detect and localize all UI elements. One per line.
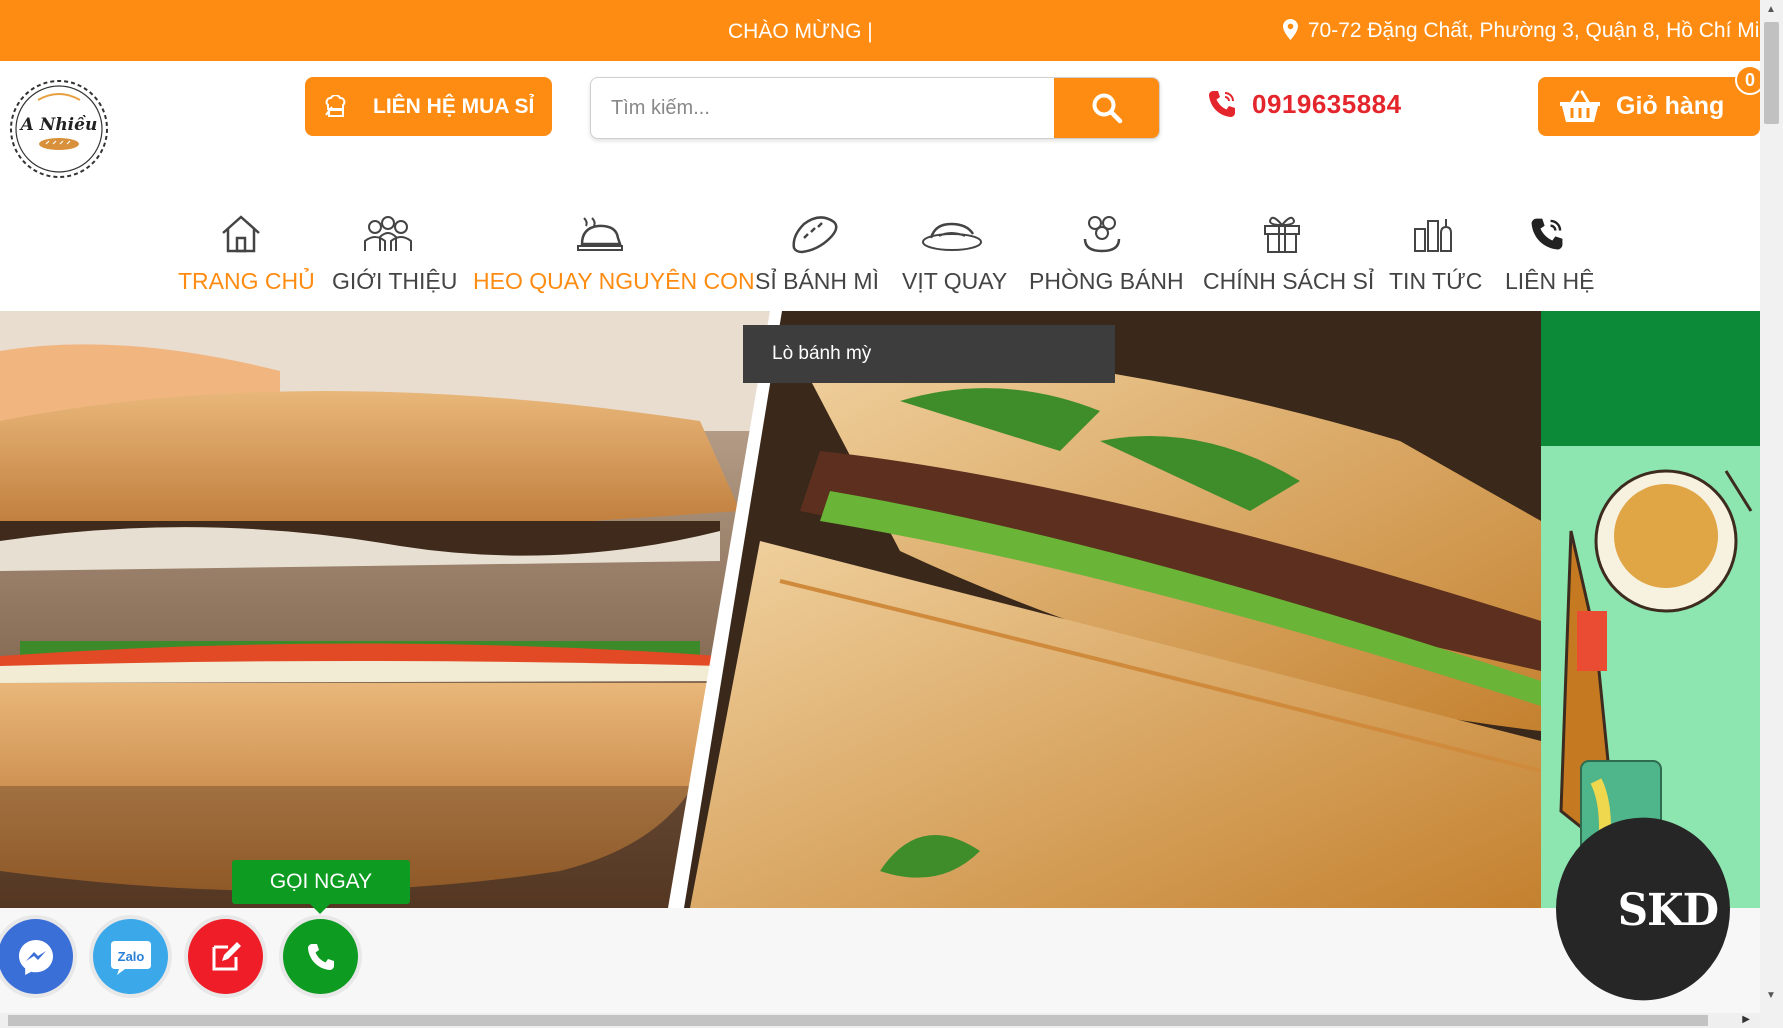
location-pin-icon <box>1283 19 1298 40</box>
svg-text:A Nhiều: A Nhiều <box>19 115 98 135</box>
zalo-icon: Zalo <box>110 940 151 975</box>
horizontal-scrollbar[interactable]: ▶ <box>0 1013 1760 1028</box>
messenger-button[interactable] <box>0 919 73 994</box>
search-icon <box>1092 93 1122 124</box>
store-address[interactable]: 70-72 Đặng Chất, Phường 3, Quận 8, Hồ Ch… <box>1283 19 1783 43</box>
phone-contact-icon <box>1531 218 1563 250</box>
search-button[interactable] <box>1054 78 1159 138</box>
wholesale-contact-button[interactable]: LIÊN HỆ MUA SỈ <box>305 77 552 136</box>
nav-item-contact[interactable]: LIÊN HỆ <box>1505 206 1595 295</box>
nav-item-roast-pig[interactable]: HEO QUAY NGUYÊN CON <box>473 206 755 295</box>
nav-label: HEO QUAY NGUYÊN CON <box>473 268 755 294</box>
call-now-tooltip: GỌI NGAY <box>232 860 410 914</box>
nav-item-cake-room[interactable]: PHÒNG BÁNH <box>1029 206 1184 295</box>
messenger-icon <box>18 939 53 975</box>
nav-label: VỊT QUAY <box>902 268 1008 294</box>
nav-label: LIÊN HỆ <box>1505 268 1595 294</box>
phone-icon <box>307 943 334 970</box>
banh-mi-photo <box>0 311 1541 908</box>
nav-item-wholesale-bread[interactable]: SỈ BÁNH MÌ <box>755 206 879 295</box>
nav-label: SỈ BÁNH MÌ <box>755 268 879 294</box>
scroll-right-arrow-icon[interactable]: ▶ <box>1742 1014 1750 1025</box>
basket-icon <box>1560 90 1600 122</box>
horizontal-scroll-thumb[interactable] <box>8 1015 1708 1026</box>
edit-icon <box>212 941 241 970</box>
cart-button[interactable]: Giỏ hàng <box>1538 77 1760 136</box>
svg-text:Zalo: Zalo <box>117 949 144 964</box>
nav-label: CHÍNH SÁCH SỈ <box>1203 268 1375 294</box>
nav-item-home[interactable]: TRANG CHỦ <box>178 206 315 295</box>
vertical-scroll-thumb[interactable] <box>1764 22 1779 124</box>
nav-item-news[interactable]: TIN TỨC <box>1389 206 1483 295</box>
chef-icon <box>323 94 349 119</box>
nav-item-wholesale-policy[interactable]: CHÍNH SÁCH SỈ <box>1203 206 1375 295</box>
zalo-button[interactable]: Zalo <box>93 919 168 994</box>
main-nav: TRANG CHỦ GIỚI THIỆU HEO QUAY NGUYÊN CON… <box>0 206 1760 306</box>
nav-item-about[interactable]: GIỚI THIỆU <box>332 206 458 295</box>
scroll-down-arrow-icon[interactable]: ▼ <box>1766 990 1776 1001</box>
roast-duck-icon <box>922 222 982 251</box>
banner-caption: Lò bánh mỳ <box>743 325 1115 383</box>
nav-label: GIỚI THIỆU <box>332 268 458 294</box>
skd-badge[interactable]: SKD <box>1556 817 1730 1001</box>
nav-item-roast-duck[interactable]: VỊT QUAY <box>902 206 1008 295</box>
phone-icon <box>1209 91 1235 117</box>
home-icon <box>222 215 260 253</box>
hotline-number: 0919635884 <box>1252 88 1402 119</box>
search-box <box>590 77 1160 139</box>
contact-form-button[interactable] <box>188 919 263 994</box>
scroll-up-arrow-icon[interactable]: ▲ <box>1766 4 1776 15</box>
address-text: 70-72 Đặng Chất, Phường 3, Quận 8, Hồ Ch… <box>1307 19 1783 42</box>
nav-label: PHÒNG BÁNH <box>1029 268 1184 294</box>
team-icon <box>364 216 412 251</box>
cake-room-icon <box>1083 216 1121 253</box>
brand-logo[interactable]: A Nhiều <box>8 78 110 180</box>
news-icon <box>1414 219 1452 252</box>
roast-pig-icon <box>577 217 623 251</box>
hero-banner[interactable] <box>0 311 1541 908</box>
bread-icon <box>792 216 838 254</box>
page-content-area <box>0 908 1760 1013</box>
site-header: A Nhiều LIÊN HỆ MUA SỈ 0919635884 Giỏ hà… <box>0 61 1765 311</box>
call-button[interactable] <box>283 919 358 994</box>
gift-icon <box>1264 216 1300 253</box>
vertical-scrollbar[interactable]: ▲ ▼ <box>1760 0 1783 1028</box>
welcome-text: CHÀO MỪNG | <box>728 20 873 43</box>
cart-label: Giỏ hàng <box>1616 92 1725 120</box>
hotline[interactable]: 0919635884 <box>1206 88 1402 120</box>
wholesale-label: LIÊN HỆ MUA SỈ <box>373 94 535 118</box>
nav-label: TIN TỨC <box>1389 268 1483 294</box>
nav-label: TRANG CHỦ <box>178 268 315 294</box>
search-input[interactable] <box>591 78 1055 138</box>
top-bar: CHÀO MỪNG | 70-72 Đặng Chất, Phường 3, Q… <box>0 0 1783 61</box>
